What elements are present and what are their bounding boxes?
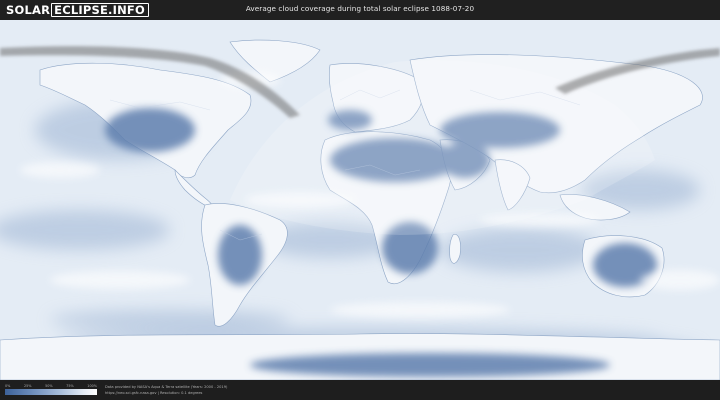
legend-color-bar [5,389,97,395]
credits-line-2[interactable]: https://neo.sci.gsfc.nasa.gov | Resoluti… [105,390,227,396]
antarctica-clear-region [250,353,610,377]
north-america-clear-region [105,108,195,152]
data-credits: Data provided by NASA's Aqua & Terra sat… [105,384,227,396]
page-title: Average cloud coverage during total sola… [245,4,475,13]
south-america-clear-region [218,225,262,285]
cloud-coverage-map [0,20,720,380]
top-bar: SOLAR ECLIPSE.INFO Average cloud coverag… [0,0,720,20]
cloud-coverage-legend: 0% 25% 50% 75% 100% [5,384,97,398]
